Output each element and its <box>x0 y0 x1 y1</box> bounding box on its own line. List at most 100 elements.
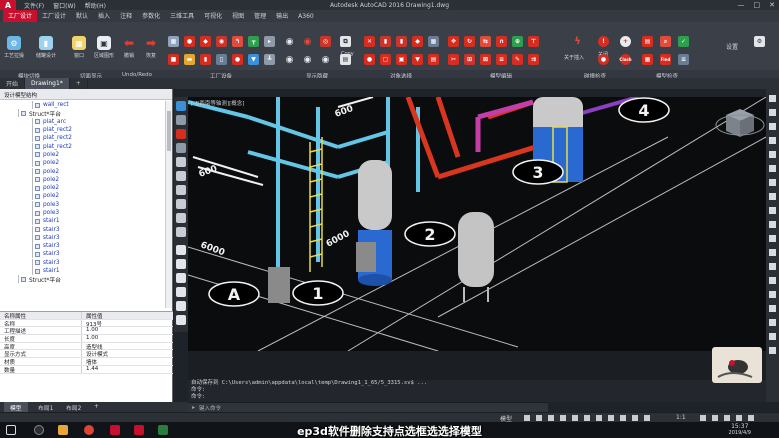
maximize-icon[interactable]: □ <box>754 1 761 9</box>
tab-plant-design-1[interactable]: 工厂设计 <box>3 10 38 22</box>
right-tool-icons[interactable] <box>766 89 779 402</box>
tab-view[interactable]: 视图 <box>227 10 249 22</box>
tree-item[interactable]: pole2 <box>0 150 166 159</box>
valve-icon[interactable]: ◆ <box>200 36 211 47</box>
eye-icon[interactable]: ◉ <box>284 36 295 47</box>
property-value[interactable]: 设计模式 <box>82 350 108 358</box>
select-fitting-icon[interactable]: ▮ <box>396 36 407 47</box>
settings-icon[interactable]: ⚙ <box>754 36 765 47</box>
alert-icon[interactable]: ! <box>598 36 609 47</box>
menu-file[interactable]: 文件(F) <box>24 1 44 10</box>
tree-item[interactable]: stair3 <box>0 242 166 251</box>
tower-icon[interactable]: ▯ <box>216 54 227 65</box>
tree-item[interactable]: stair3 <box>0 258 166 267</box>
process-button[interactable]: ⚙ 工艺拉操 <box>4 36 24 59</box>
edit-icon[interactable]: ✎ <box>512 54 523 65</box>
scrollbar-thumb[interactable] <box>167 111 171 151</box>
isolate-icon[interactable]: ◎ <box>320 36 331 47</box>
add-layout-button[interactable]: + <box>88 402 105 412</box>
settings-label[interactable]: 设置 <box>726 42 738 51</box>
select-pipe-icon[interactable]: ▮ <box>380 36 391 47</box>
layer-4-icon[interactable] <box>176 199 186 209</box>
select-valve-icon[interactable]: ◆ <box>412 36 423 47</box>
layer-3-icon[interactable] <box>176 185 186 195</box>
menu-help[interactable]: 帮助(H) <box>85 1 106 10</box>
tree-item[interactable]: plat_rect2 <box>0 142 166 151</box>
tee-icon[interactable]: ┳ <box>248 36 259 47</box>
tree-item[interactable]: wall_rect <box>0 101 166 110</box>
tool-red-icon[interactable] <box>176 129 186 139</box>
clash-icon[interactable]: Clash <box>619 54 632 65</box>
new-tab-button[interactable]: + <box>70 78 88 89</box>
tree-scrollbar[interactable] <box>165 101 172 308</box>
property-row[interactable]: 长度 1.00 <box>0 335 173 343</box>
viewport-controls-label[interactable]: [-][西南等轴测][概念] <box>191 99 244 107</box>
equipment-icon[interactable]: ■ <box>168 54 179 65</box>
magnet-icon[interactable]: ∩ <box>496 36 507 47</box>
tree-item[interactable]: plat_rect2 <box>0 126 166 135</box>
paste-icon[interactable]: ▤ <box>340 54 351 65</box>
reducer-icon[interactable]: ▸ <box>264 36 275 47</box>
copy-icon[interactable]: ⧉ <box>340 36 351 47</box>
doc-2-icon[interactable] <box>176 287 186 297</box>
tree-item[interactable]: stair1 <box>0 267 166 276</box>
property-value[interactable]: 墙体 <box>82 358 97 366</box>
verify-icon[interactable]: ✓ <box>678 36 689 47</box>
show-all-icon[interactable]: ◉ <box>284 54 295 65</box>
status-scale[interactable]: 1:1 <box>676 414 686 421</box>
tree-item[interactable]: pole2 <box>0 192 166 201</box>
mirror-icon[interactable]: ⇆ <box>480 36 491 47</box>
pan-icon[interactable] <box>176 115 186 125</box>
heat-exchanger-icon[interactable]: ▬ <box>184 54 195 65</box>
layer-5-icon[interactable] <box>176 213 186 223</box>
select-box-icon[interactable]: ▢ <box>380 54 391 65</box>
property-row[interactable]: 名称 913号 <box>0 319 173 328</box>
property-row[interactable]: 工程描述 1.00 <box>0 327 173 336</box>
undo-button[interactable]: ⬅ 撤销 <box>122 36 136 59</box>
tab-insert[interactable]: 插入 <box>93 10 115 22</box>
tab-default[interactable]: 默认 <box>71 10 93 22</box>
tree-item[interactable]: stair3 <box>0 250 166 259</box>
property-value[interactable]: 1.44 <box>82 366 98 373</box>
select-window-icon[interactable]: ▣ <box>396 54 407 65</box>
window-button[interactable]: ▦ 窗口 <box>72 36 86 59</box>
tank-design-button[interactable]: ▮ 储罐设计 <box>36 36 56 59</box>
autocad-logo-icon[interactable]: A <box>0 0 16 10</box>
close-icon[interactable]: ✕ <box>769 1 775 9</box>
layer-6-icon[interactable] <box>176 227 186 237</box>
property-value[interactable]: 造型线 <box>82 343 103 351</box>
minimize-icon[interactable]: — <box>738 1 745 9</box>
support-icon[interactable]: ┻ <box>264 54 275 65</box>
show-selected-icon[interactable]: ◉ <box>302 54 313 65</box>
doc-icon[interactable] <box>176 273 186 283</box>
property-row[interactable]: 材质 墙体 <box>0 358 173 366</box>
select-struct-icon[interactable]: ▦ <box>428 36 439 47</box>
drawing-viewport[interactable]: A 1 2 3 4 6000 6000 600 600 [-][西南等轴测][概… <box>188 97 766 351</box>
tab-a360[interactable]: A360 <box>293 12 319 22</box>
tab-layout2[interactable]: 布局2 <box>60 402 87 412</box>
tab-drawing1[interactable]: Drawing1* <box>25 78 70 89</box>
stretch-icon[interactable]: ⊤ <box>528 36 539 47</box>
report-icon[interactable]: ▦ <box>642 54 653 65</box>
tree-item[interactable]: Struct*平台 <box>0 275 166 284</box>
tab-model[interactable]: 模型 <box>4 402 28 412</box>
tree-item[interactable]: pole3 <box>0 209 166 217</box>
tab-manage[interactable]: 管理 <box>249 10 271 22</box>
tab-annotate[interactable]: 注释 <box>115 10 137 22</box>
tab-3d-tools[interactable]: 三维工具 <box>165 10 199 22</box>
move-icon[interactable]: ✥ <box>448 36 459 47</box>
nozzle-icon[interactable]: ● <box>232 54 243 65</box>
tab-output[interactable]: 输出 <box>271 10 293 22</box>
hide-selected-icon[interactable]: ◉ <box>320 54 331 65</box>
grid-icon[interactable]: ▦ <box>168 36 179 47</box>
find-icon[interactable]: ⌕ <box>660 36 671 47</box>
layer-2-icon[interactable] <box>176 171 186 181</box>
tree-item[interactable]: pole3 <box>0 200 166 209</box>
break-icon[interactable]: ⊠ <box>480 54 491 65</box>
cut-icon[interactable]: ✂ <box>448 54 459 65</box>
pump-icon[interactable]: ● <box>184 36 195 47</box>
tab-parametric[interactable]: 参数化 <box>137 10 165 22</box>
align-icon[interactable]: ≡ <box>496 54 507 65</box>
join-icon[interactable]: ⊞ <box>464 54 475 65</box>
doc-3-icon[interactable] <box>176 301 186 311</box>
